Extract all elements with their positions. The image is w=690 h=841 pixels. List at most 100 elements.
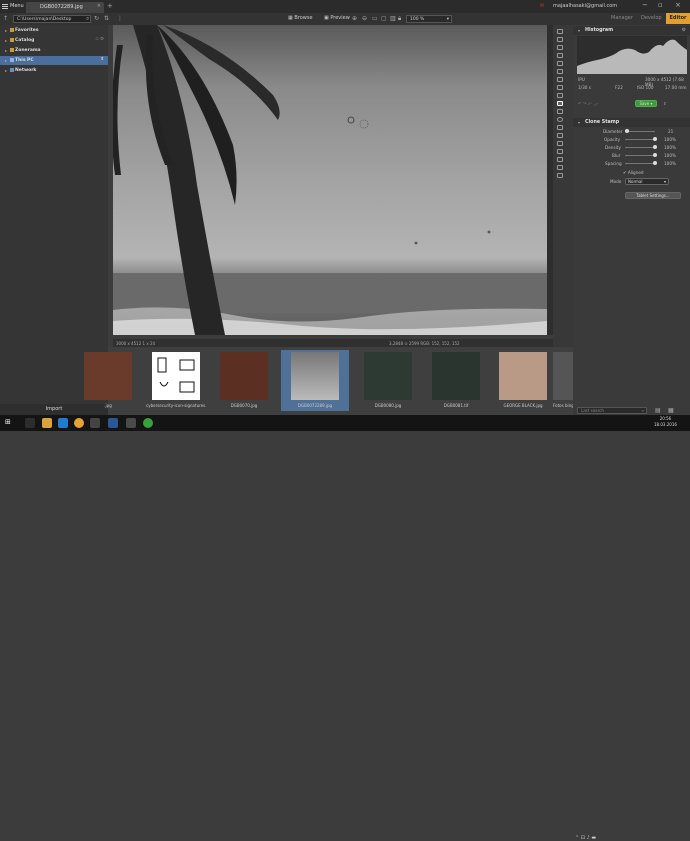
refresh-icon[interactable]: ↻ bbox=[94, 15, 99, 22]
document-tab[interactable]: DGB0072289.jpg × bbox=[26, 2, 104, 13]
close-tab-icon[interactable]: × bbox=[97, 3, 101, 9]
move-tool-icon[interactable] bbox=[557, 29, 563, 34]
filter-icon[interactable]: ▤ bbox=[655, 407, 661, 414]
eyedropper-tool-icon[interactable] bbox=[557, 85, 563, 90]
file-explorer-icon[interactable] bbox=[42, 418, 52, 428]
more-icon[interactable]: ⋮ bbox=[117, 15, 123, 22]
path-input[interactable]: C:\Users\majan\Desktop bbox=[13, 15, 91, 23]
tab-develop[interactable]: Develop bbox=[641, 15, 662, 21]
sort-icon[interactable]: ⇅ bbox=[104, 15, 109, 22]
preview-mode-button[interactable]: ▣ Preview bbox=[324, 15, 350, 21]
filmstrip-item[interactable]: DGB0070.jpg bbox=[214, 350, 274, 411]
fill-tool-icon[interactable] bbox=[557, 93, 563, 98]
expand-arrow-icon[interactable]: ▸ bbox=[5, 58, 7, 63]
actual-size-icon[interactable]: ▢ bbox=[381, 15, 387, 22]
browse-mode-button[interactable]: ▦ Browse bbox=[288, 15, 313, 21]
search-icon[interactable]: ⌕ bbox=[86, 15, 89, 23]
tray-icons[interactable]: ⌃ ⊡ ♪ ▬ bbox=[575, 835, 596, 841]
image-canvas[interactable] bbox=[113, 25, 547, 335]
histogram-header[interactable]: ▾ Histogram ⚙ bbox=[573, 26, 690, 35]
lasso-tool-icon[interactable] bbox=[557, 53, 563, 58]
nav-item-network[interactable]: ▸ Network bbox=[0, 66, 108, 75]
tab-editor[interactable]: Editor bbox=[666, 13, 690, 24]
app-icon[interactable] bbox=[90, 418, 100, 428]
tab-manager[interactable]: Manager bbox=[611, 15, 633, 21]
nav-item-catalog[interactable]: ▸ Catalog ▫ ⚙ bbox=[0, 36, 108, 45]
shape-tool-icon[interactable] bbox=[557, 133, 563, 138]
task-view-icon[interactable] bbox=[25, 418, 35, 428]
grid-view-icon[interactable]: ▦ bbox=[668, 407, 674, 414]
expand-arrow-icon[interactable]: ▸ bbox=[5, 28, 7, 33]
compare-icon[interactable]: ▥ bbox=[390, 15, 396, 22]
blur-slider-knob[interactable] bbox=[653, 153, 657, 157]
text-tool-icon[interactable] bbox=[557, 141, 563, 146]
new-tab-button[interactable]: + bbox=[107, 2, 113, 10]
nav-item-zonerama[interactable]: ▸ Zonerama bbox=[0, 46, 108, 55]
up-folder-icon[interactable]: ↑ bbox=[3, 15, 8, 22]
edge-icon[interactable] bbox=[58, 418, 68, 428]
select-tool-icon[interactable] bbox=[557, 45, 563, 50]
diameter-slider-knob[interactable] bbox=[625, 129, 630, 133]
filmstrip-item[interactable]: DGB0081.tif bbox=[426, 350, 486, 411]
filmstrip-item[interactable]: GEORGE BLACK.jpg bbox=[493, 350, 553, 411]
histogram-options-icon[interactable]: ⚙ bbox=[682, 28, 686, 33]
blur-tool-icon[interactable] bbox=[557, 149, 563, 154]
opacity-slider-knob[interactable] bbox=[653, 137, 657, 141]
close-window-button[interactable]: × bbox=[675, 1, 681, 9]
filmstrip-item[interactable]: .jpg bbox=[78, 350, 138, 411]
aligned-checkbox[interactable]: ✔ Aligned bbox=[623, 170, 644, 175]
undo-icon[interactable]: ↶ ↷ ⤺ ⤻ bbox=[578, 101, 598, 106]
chrome-icon[interactable] bbox=[74, 418, 84, 428]
search-input[interactable]: Last search ⌕ bbox=[577, 407, 647, 414]
maximize-button[interactable]: ▫ bbox=[658, 1, 663, 9]
clone-stamp-tool-icon[interactable] bbox=[557, 101, 563, 106]
collapse-arrow-icon[interactable]: ▾ bbox=[578, 28, 580, 33]
filmstrip-item-selected[interactable]: DGB0072289.jpg bbox=[281, 350, 349, 411]
minimize-button[interactable]: − bbox=[642, 1, 648, 9]
collapse-arrow-icon[interactable]: ▾ bbox=[578, 120, 580, 125]
diameter-slider[interactable] bbox=[625, 131, 655, 132]
expand-arrow-icon[interactable]: ▸ bbox=[5, 38, 7, 43]
word-icon[interactable] bbox=[108, 418, 118, 428]
save-button[interactable]: Save ▾ bbox=[635, 100, 657, 107]
ellipse-tool-icon[interactable] bbox=[557, 117, 563, 122]
zoner-icon[interactable] bbox=[143, 418, 153, 428]
tablet-settings-button[interactable]: Tablet Settings... bbox=[625, 192, 681, 199]
sort-icon[interactable]: ⇕ bbox=[100, 57, 104, 62]
catalog-settings-icon[interactable]: ▫ ⚙ bbox=[95, 37, 104, 42]
account-email[interactable]: majaalhasaki@gmail.com bbox=[553, 3, 617, 9]
zoom-select[interactable]: 100 % ▾ bbox=[406, 15, 452, 23]
app-icon[interactable] bbox=[126, 418, 136, 428]
dodge-tool-icon[interactable] bbox=[557, 165, 563, 170]
blur-slider[interactable] bbox=[625, 155, 655, 156]
expand-arrow-icon[interactable]: ▸ bbox=[5, 68, 7, 73]
clone-stamp-header[interactable]: ▾ Clone Stamp bbox=[573, 118, 690, 127]
nav-item-favorites[interactable]: ▸ Favorites bbox=[0, 26, 108, 35]
zoom-out-icon[interactable]: ⊖ bbox=[362, 15, 367, 22]
nav-item-this-pc[interactable]: ▸ This PC ⇕ bbox=[0, 56, 108, 65]
filmstrip-item[interactable]: DGB0080.jpg bbox=[358, 350, 418, 411]
line-tool-icon[interactable] bbox=[557, 125, 563, 130]
windows-start-icon[interactable]: ⊞ bbox=[5, 418, 15, 428]
filmstrip-item[interactable]: Fotos bing bbox=[553, 350, 573, 411]
rectangle-tool-icon[interactable] bbox=[557, 109, 563, 114]
density-slider[interactable] bbox=[625, 147, 655, 148]
notification-icon[interactable]: ✉ bbox=[540, 3, 544, 9]
mode-select[interactable]: Normal ▾ bbox=[625, 178, 669, 185]
zoom-in-icon[interactable]: ⊕ bbox=[352, 15, 357, 22]
eraser-tool-icon[interactable] bbox=[557, 77, 563, 82]
settings-tool-icon[interactable] bbox=[557, 173, 563, 178]
menu-button[interactable]: Menu bbox=[10, 3, 24, 9]
opacity-slider[interactable] bbox=[625, 139, 655, 140]
crop-tool-icon[interactable] bbox=[557, 37, 563, 42]
share-icon[interactable]: ⇪ bbox=[663, 101, 667, 106]
density-slider-knob[interactable] bbox=[653, 145, 657, 149]
brush-tool-icon[interactable] bbox=[557, 69, 563, 74]
menu-icon[interactable] bbox=[2, 3, 9, 10]
spacing-slider-knob[interactable] bbox=[653, 161, 657, 165]
expand-arrow-icon[interactable]: ▸ bbox=[5, 48, 7, 53]
fit-icon[interactable]: ▭ bbox=[372, 15, 378, 22]
wand-tool-icon[interactable] bbox=[557, 61, 563, 66]
spacing-slider[interactable] bbox=[625, 163, 655, 164]
smudge-tool-icon[interactable] bbox=[557, 157, 563, 162]
